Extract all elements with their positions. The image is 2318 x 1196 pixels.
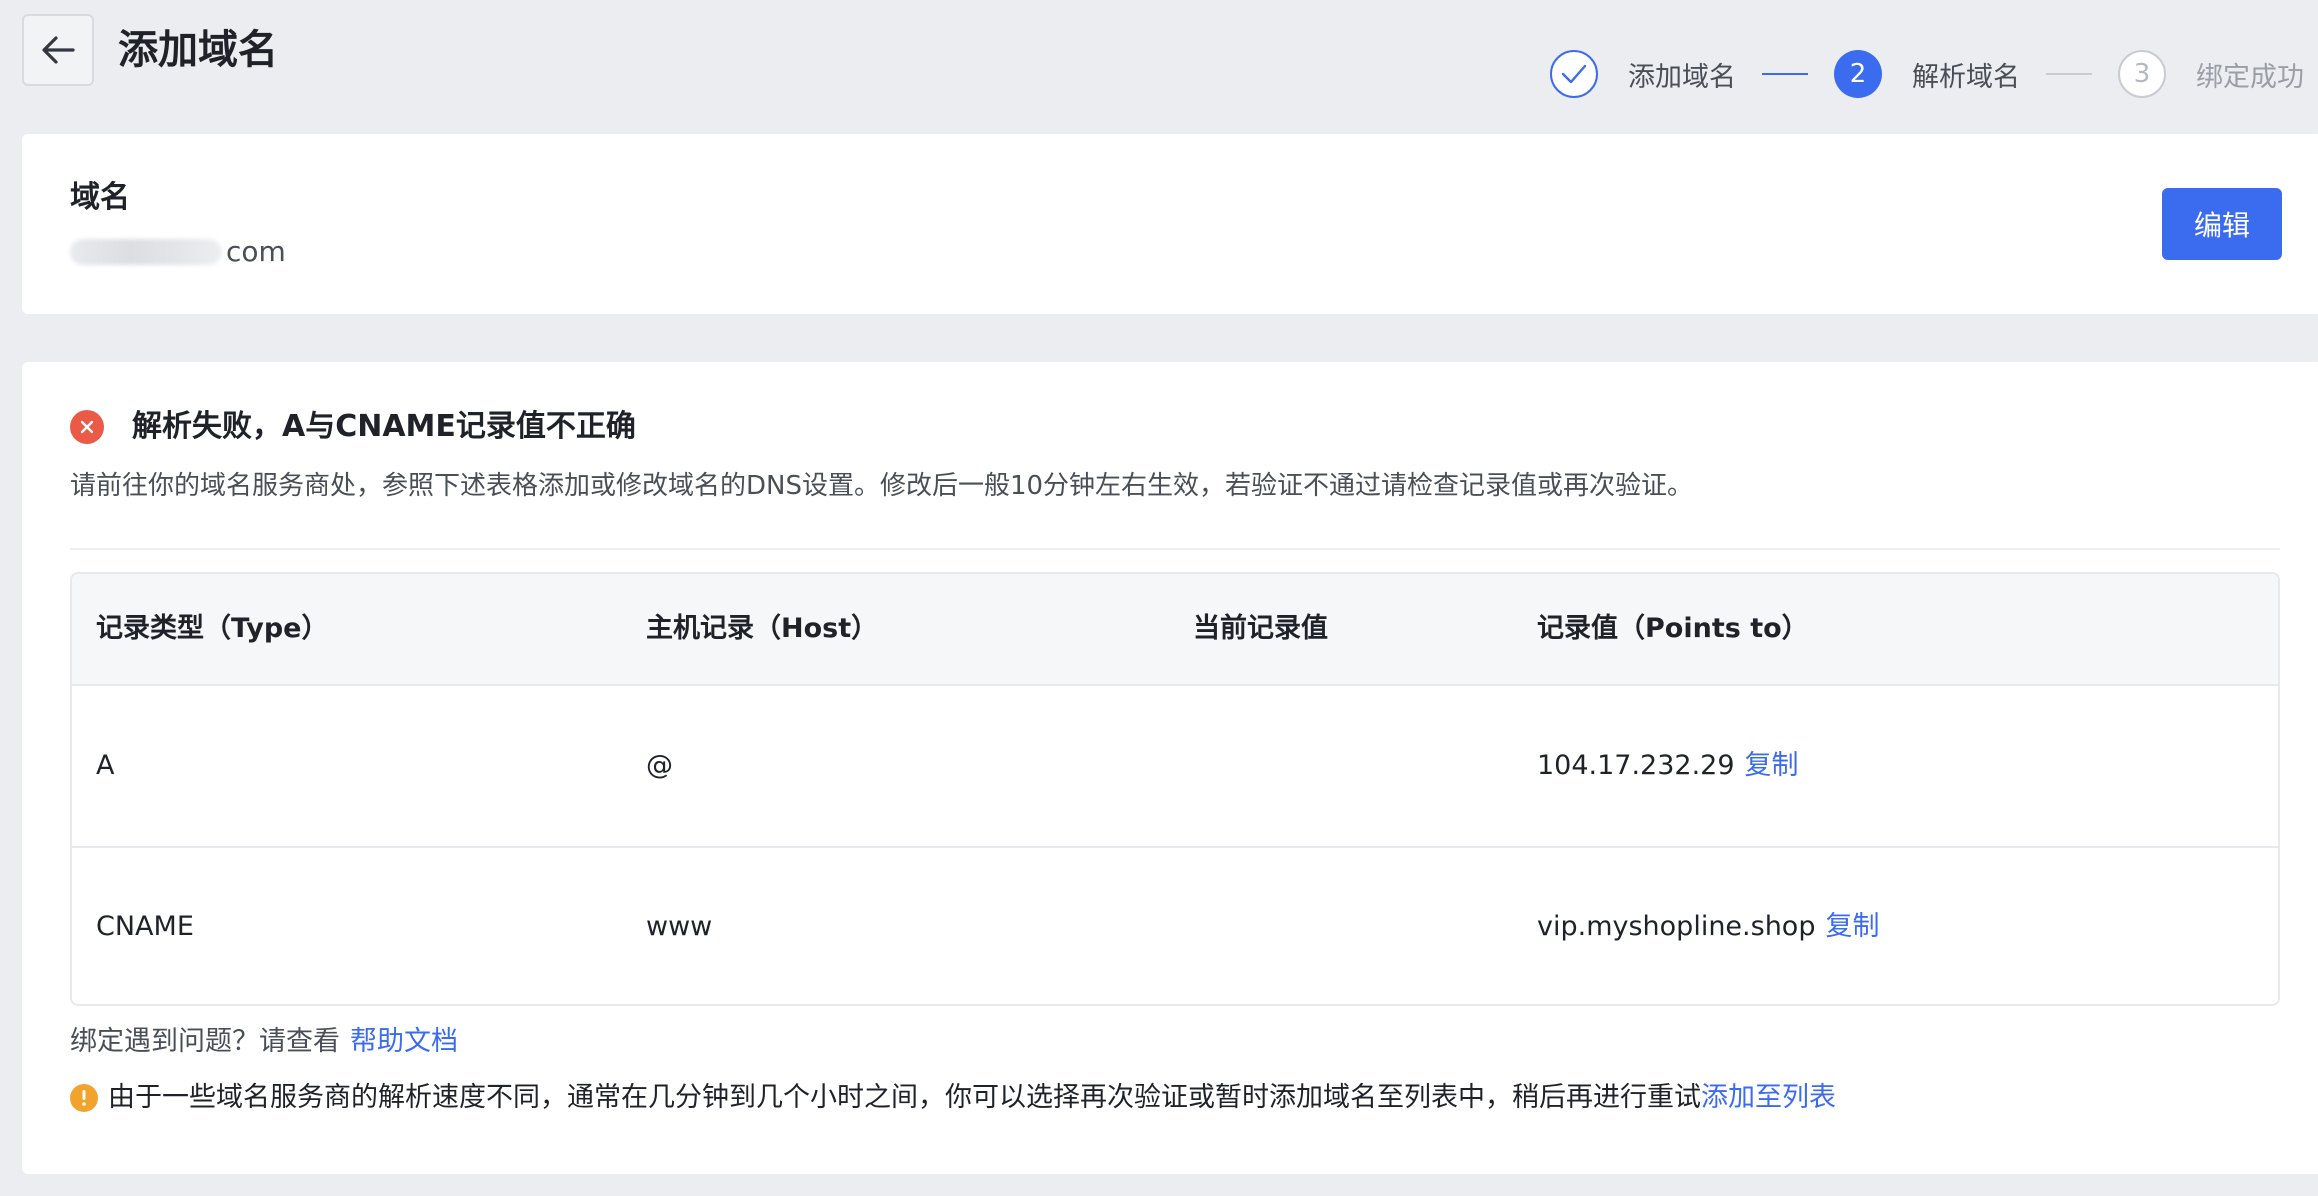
record-host: www	[646, 911, 713, 942]
table-header: 记录类型（Type） 主机记录（Host） 当前记录值 记录值（Points t…	[72, 574, 2278, 686]
record-host: @	[646, 750, 673, 781]
points-to-value: vip.myshopline.shop	[1537, 911, 1816, 942]
add-to-list-link[interactable]: 添加至列表	[1701, 1078, 1836, 1118]
step-3-label: 绑定成功	[2196, 61, 2304, 93]
copy-link[interactable]: 复制	[1745, 750, 1799, 781]
dns-records-table: 记录类型（Type） 主机记录（Host） 当前记录值 记录值（Points t…	[70, 572, 2280, 1006]
step-1-label: 添加域名	[1628, 61, 1736, 93]
step-1-circle	[1550, 50, 1598, 98]
warning-text: 由于一些域名服务商的解析速度不同，通常在几分钟到几个小时之间，你可以选择再次验证…	[108, 1082, 1701, 1113]
step-2-label: 解析域名	[1912, 61, 2020, 93]
help-docs-link[interactable]: 帮助文档	[350, 1026, 458, 1057]
domain-suffix: com	[226, 235, 286, 268]
column-header-points-to: 记录值（Points to）	[1537, 613, 1809, 644]
step-connector	[2046, 73, 2092, 75]
help-line: 绑定遇到问题？请查看 帮助文档	[70, 1022, 458, 1062]
points-to-value: 104.17.232.29	[1537, 750, 1735, 781]
divider	[70, 548, 2280, 550]
domain-label: 域名	[70, 180, 130, 215]
dns-settings-card: 解析失败，A与CNAME记录值不正确 请前往你的域名服务商处，参照下述表格添加或…	[22, 362, 2318, 1174]
column-header-current: 当前记录值	[1193, 613, 1328, 644]
column-header-host: 主机记录（Host）	[646, 613, 879, 644]
warning-circle-icon	[70, 1084, 98, 1112]
step-2-circle: 2	[1834, 50, 1882, 98]
back-arrow-icon	[42, 36, 75, 64]
column-header-type: 记录类型（Type）	[96, 613, 329, 644]
step-3-circle: 3	[2118, 50, 2166, 98]
page-title: 添加域名	[118, 27, 278, 73]
table-row: A @ 104.17.232.29 复制	[72, 686, 2278, 846]
help-text: 绑定遇到问题？请查看	[70, 1026, 340, 1057]
domain-value: com	[70, 232, 286, 272]
table-row: CNAME www vip.myshopline.shop 复制	[72, 846, 2278, 1004]
warning-line: 由于一些域名服务商的解析速度不同，通常在几分钟到几个小时之间，你可以选择再次验证…	[70, 1078, 1836, 1118]
step-indicator: 添加域名 2 解析域名 3 绑定成功	[1550, 48, 2304, 100]
redacted-domain-name	[70, 239, 222, 265]
record-points-to: vip.myshopline.shop 复制	[1537, 909, 2278, 945]
error-description: 请前往你的域名服务商处，参照下述表格添加或修改域名的DNS设置。修改后一般10分…	[70, 471, 1694, 501]
error-title: 解析失败，A与CNAME记录值不正确	[132, 409, 636, 444]
record-type: A	[96, 750, 115, 781]
back-button[interactable]	[22, 14, 94, 86]
edit-button[interactable]: 编辑	[2162, 188, 2282, 260]
domain-card: 域名 com 编辑	[22, 134, 2318, 314]
error-circle-icon	[70, 410, 104, 444]
check-icon	[1561, 64, 1587, 84]
record-points-to: 104.17.232.29 复制	[1537, 748, 2278, 784]
record-type: CNAME	[96, 911, 194, 942]
copy-link[interactable]: 复制	[1825, 911, 1879, 942]
step-connector	[1762, 73, 1808, 75]
